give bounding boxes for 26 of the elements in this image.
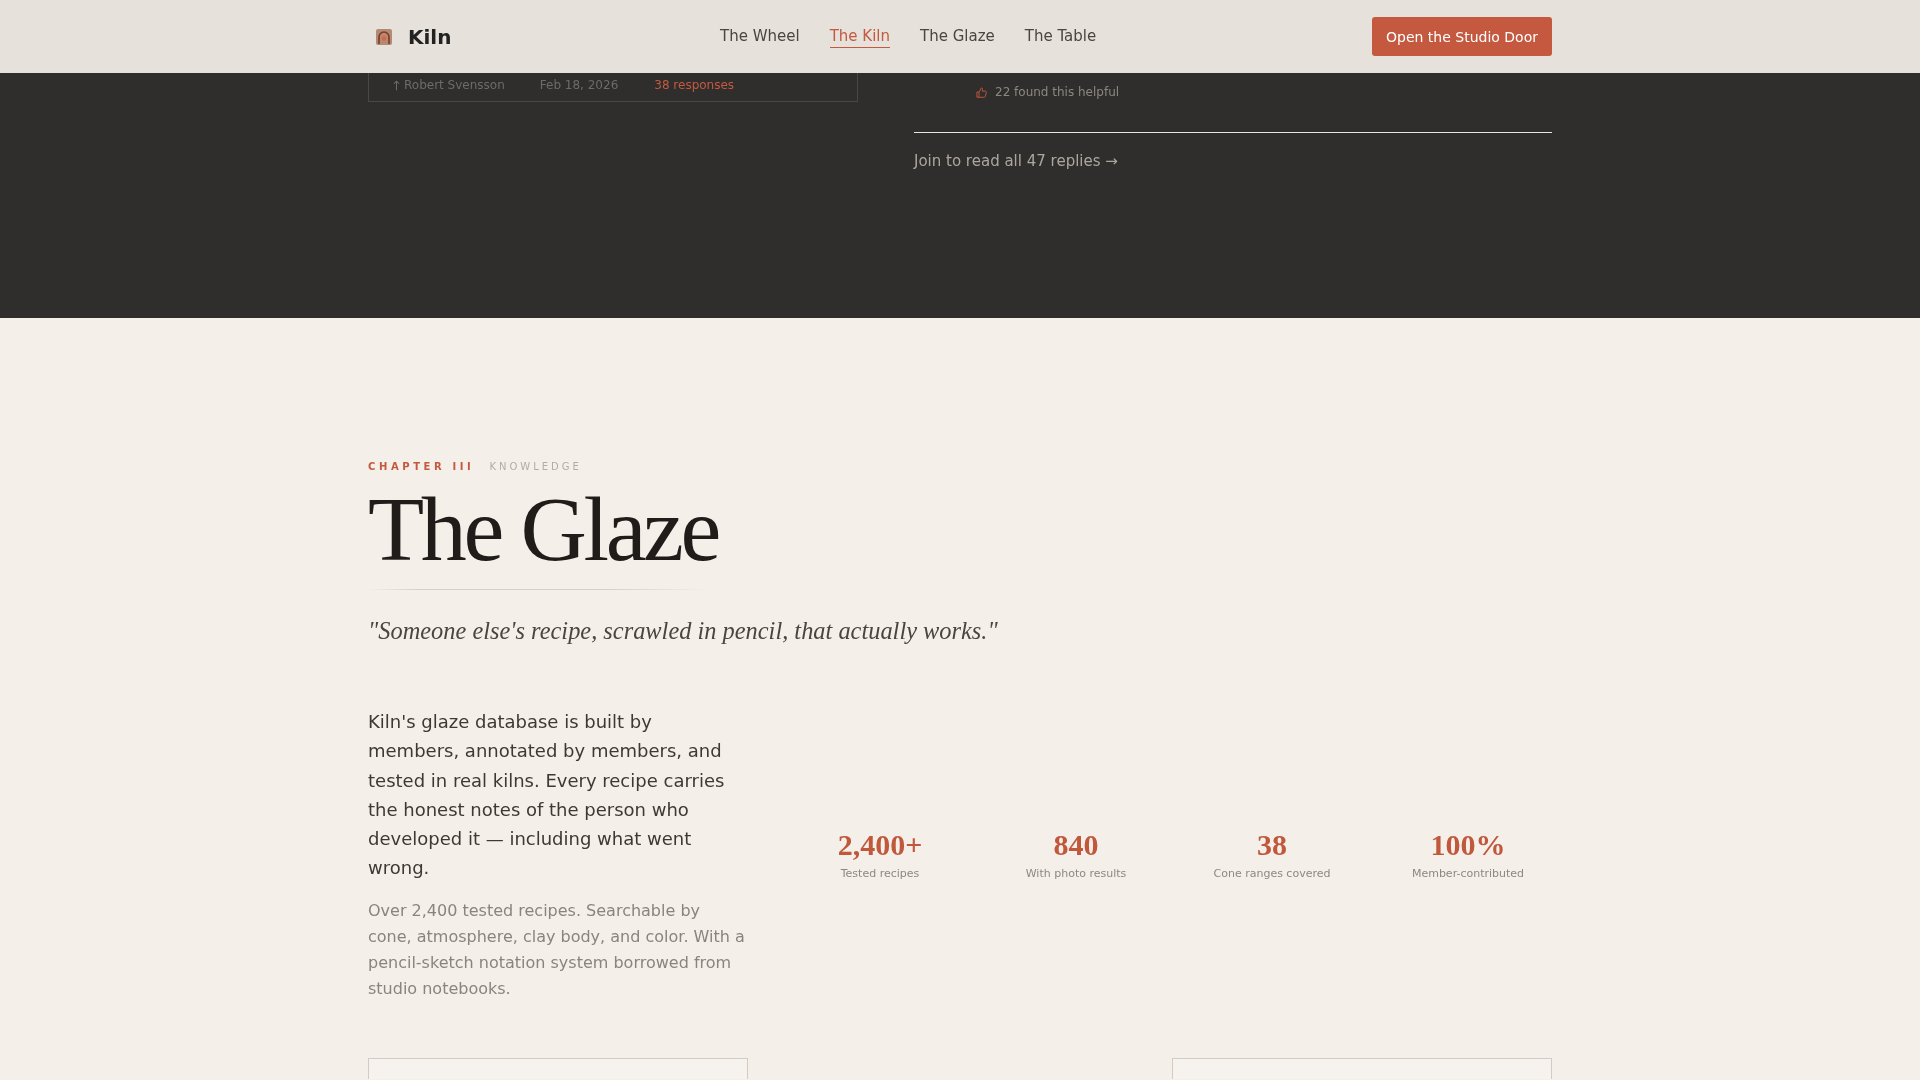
stat-value: 100% <box>1430 826 1506 863</box>
nav-link[interactable]: The Glaze <box>920 25 995 48</box>
arrow-up-icon <box>393 79 400 91</box>
quote-text: "Someone else's recipe, scrawled in pencil, that actually works." <box>368 616 998 646</box>
chapter-title: The Glaze <box>368 483 718 575</box>
author-name: Robert Svensson <box>404 77 505 93</box>
helpful-count: 22 found this helpful <box>995 84 1120 100</box>
stat-label: Member-contributed <box>1411 865 1525 882</box>
nav-link[interactable]: The Wheel <box>720 25 800 48</box>
post-date: Feb 18, 2026 <box>539 77 619 93</box>
stat-value: 840 <box>1053 826 1099 863</box>
logo-icon[interactable] <box>376 28 392 45</box>
stat-value: 2,400+ <box>837 826 923 863</box>
stat-label: Tested recipes <box>840 865 920 882</box>
category-label: KNOWLEDGE <box>489 460 582 474</box>
intro-paragraph: Kiln's glaze database is built by members, annotated by members, and tested in real kilns. Every recipe carries the honest notes of the person who developed it — including what went wrong. <box>368 710 726 881</box>
cta-button[interactable]: Open the Studio Door <box>1372 17 1552 56</box>
join-link[interactable]: Join to read all 47 replies → <box>914 151 1118 171</box>
stat-label: With photo results <box>1025 865 1127 882</box>
brand-name[interactable]: Kiln <box>408 24 452 49</box>
chapter-label: CHAPTER III <box>368 460 475 474</box>
detail-paragraph: Over 2,400 tested recipes. Searchable by cone, atmosphere, clay body, and color. With a pencil-sketch notation system borrowed from studio notebooks. <box>368 899 746 1000</box>
stat-label: Cone ranges covered <box>1213 865 1331 882</box>
nav-link[interactable]: The Table <box>1024 25 1097 48</box>
stat-value: 38 <box>1257 826 1287 863</box>
thumbs-up-icon[interactable] <box>976 86 987 98</box>
